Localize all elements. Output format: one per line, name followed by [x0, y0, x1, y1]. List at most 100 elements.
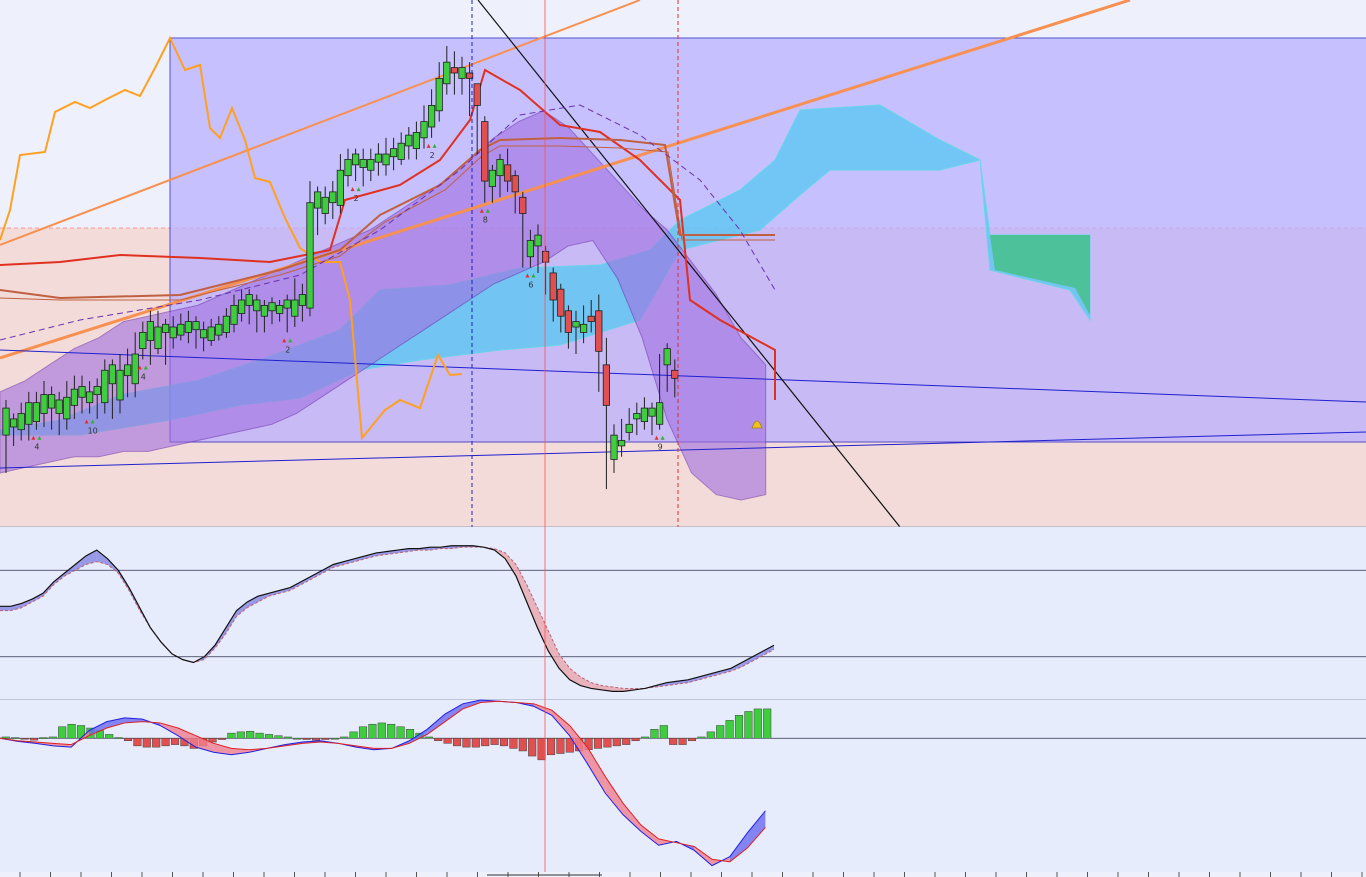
candle [397, 142, 405, 160]
candle [602, 364, 611, 406]
candle [275, 304, 284, 314]
macd-histogram-bar [340, 736, 349, 739]
candle [519, 196, 527, 214]
macd-histogram-bar [424, 736, 433, 739]
candle [192, 321, 200, 331]
macd-histogram-bar [246, 730, 255, 739]
macd-histogram-bar [462, 737, 471, 748]
macd-histogram-bar [396, 726, 405, 739]
macd-histogram-bar [217, 737, 227, 740]
candle [534, 234, 542, 247]
macd-histogram-bar [678, 737, 687, 745]
candle [268, 302, 276, 312]
candle [253, 299, 261, 312]
macd-histogram-bar [377, 722, 386, 739]
candle [580, 323, 588, 333]
macd-histogram-bar [11, 737, 20, 739]
macd-histogram-bar [631, 737, 640, 742]
candle [55, 399, 63, 414]
macd-histogram-bar [293, 737, 302, 740]
signal-count-label: 4 [141, 372, 146, 381]
macd-histogram-bar [697, 736, 706, 739]
candle [496, 159, 504, 177]
candle [146, 321, 154, 341]
candle [321, 196, 329, 214]
macd-histogram-bar [264, 734, 274, 739]
candle [481, 121, 489, 182]
candle [237, 299, 246, 314]
candle [526, 240, 535, 258]
macd-histogram-bar [39, 737, 48, 739]
price-panel[interactable]: 2 2 8 6 4 4 10 2 9 [0, 0, 1366, 528]
candle [336, 169, 345, 206]
candle [161, 323, 170, 333]
signal-count-label: 10 [88, 426, 98, 435]
signal-count-label: 4 [34, 443, 39, 452]
macd-histogram-bar [283, 736, 292, 739]
macd-histogram-bar [659, 725, 668, 739]
macd-histogram-bar [452, 737, 462, 747]
macd-histogram-bar [48, 736, 57, 739]
macd-histogram-bar [490, 737, 499, 745]
candle [283, 299, 291, 309]
candle [572, 321, 580, 328]
macd-histogram-bar [161, 737, 170, 747]
macd-histogram-bar [593, 737, 603, 749]
candle [2, 407, 10, 436]
candle [306, 202, 314, 309]
oscillator-panel[interactable] [0, 527, 1366, 700]
candle [648, 407, 656, 417]
macd-histogram-bar [509, 737, 518, 749]
macd-histogram-bar [537, 737, 546, 761]
candle [9, 418, 18, 428]
candle [412, 132, 421, 150]
macd-histogram-bar [546, 737, 556, 756]
candle [625, 423, 633, 433]
candle [367, 159, 375, 171]
macd-histogram-bar [725, 720, 734, 739]
candle [640, 407, 649, 423]
candle [177, 323, 185, 336]
candle [313, 191, 322, 209]
oscillator-background [0, 527, 1366, 700]
candle [587, 315, 595, 323]
candle [503, 164, 512, 182]
macd-histogram-bar [123, 737, 133, 742]
macd-histogram-bar [152, 737, 161, 748]
trading-chart[interactable]: 2 2 8 6 4 4 10 2 9 [0, 0, 1366, 877]
candle [86, 391, 94, 404]
candle [40, 394, 48, 414]
macd-histogram-bar [1, 736, 10, 739]
macd-histogram-bar [763, 708, 772, 739]
macd-histogram-bar [640, 736, 650, 739]
macd-panel[interactable] [0, 699, 1366, 872]
macd-histogram-bar [744, 711, 753, 739]
macd-histogram-bar [528, 737, 537, 757]
candle [124, 364, 132, 377]
candle [656, 402, 664, 425]
candle [260, 304, 269, 317]
macd-histogram-bar [687, 737, 697, 742]
macd-histogram-bar [387, 723, 396, 739]
candle [207, 326, 215, 341]
candle [154, 326, 162, 350]
signal-count-label: 9 [658, 443, 663, 452]
signal-count-label: 6 [528, 281, 533, 290]
macd-histogram-bar [518, 737, 527, 752]
macd-histogram-bar [255, 732, 264, 739]
candle [25, 402, 33, 425]
candle [542, 250, 550, 263]
candle [443, 61, 451, 85]
candle [450, 67, 459, 74]
macd-histogram-bar [321, 737, 330, 740]
candle [245, 294, 253, 306]
candle [230, 304, 238, 325]
candle [222, 315, 230, 333]
candle [329, 191, 337, 204]
macd-histogram-bar [358, 726, 368, 739]
macd-histogram-bar [716, 725, 725, 739]
candle [351, 153, 360, 166]
candle [215, 323, 223, 336]
candle [511, 175, 519, 193]
candle [199, 329, 208, 339]
